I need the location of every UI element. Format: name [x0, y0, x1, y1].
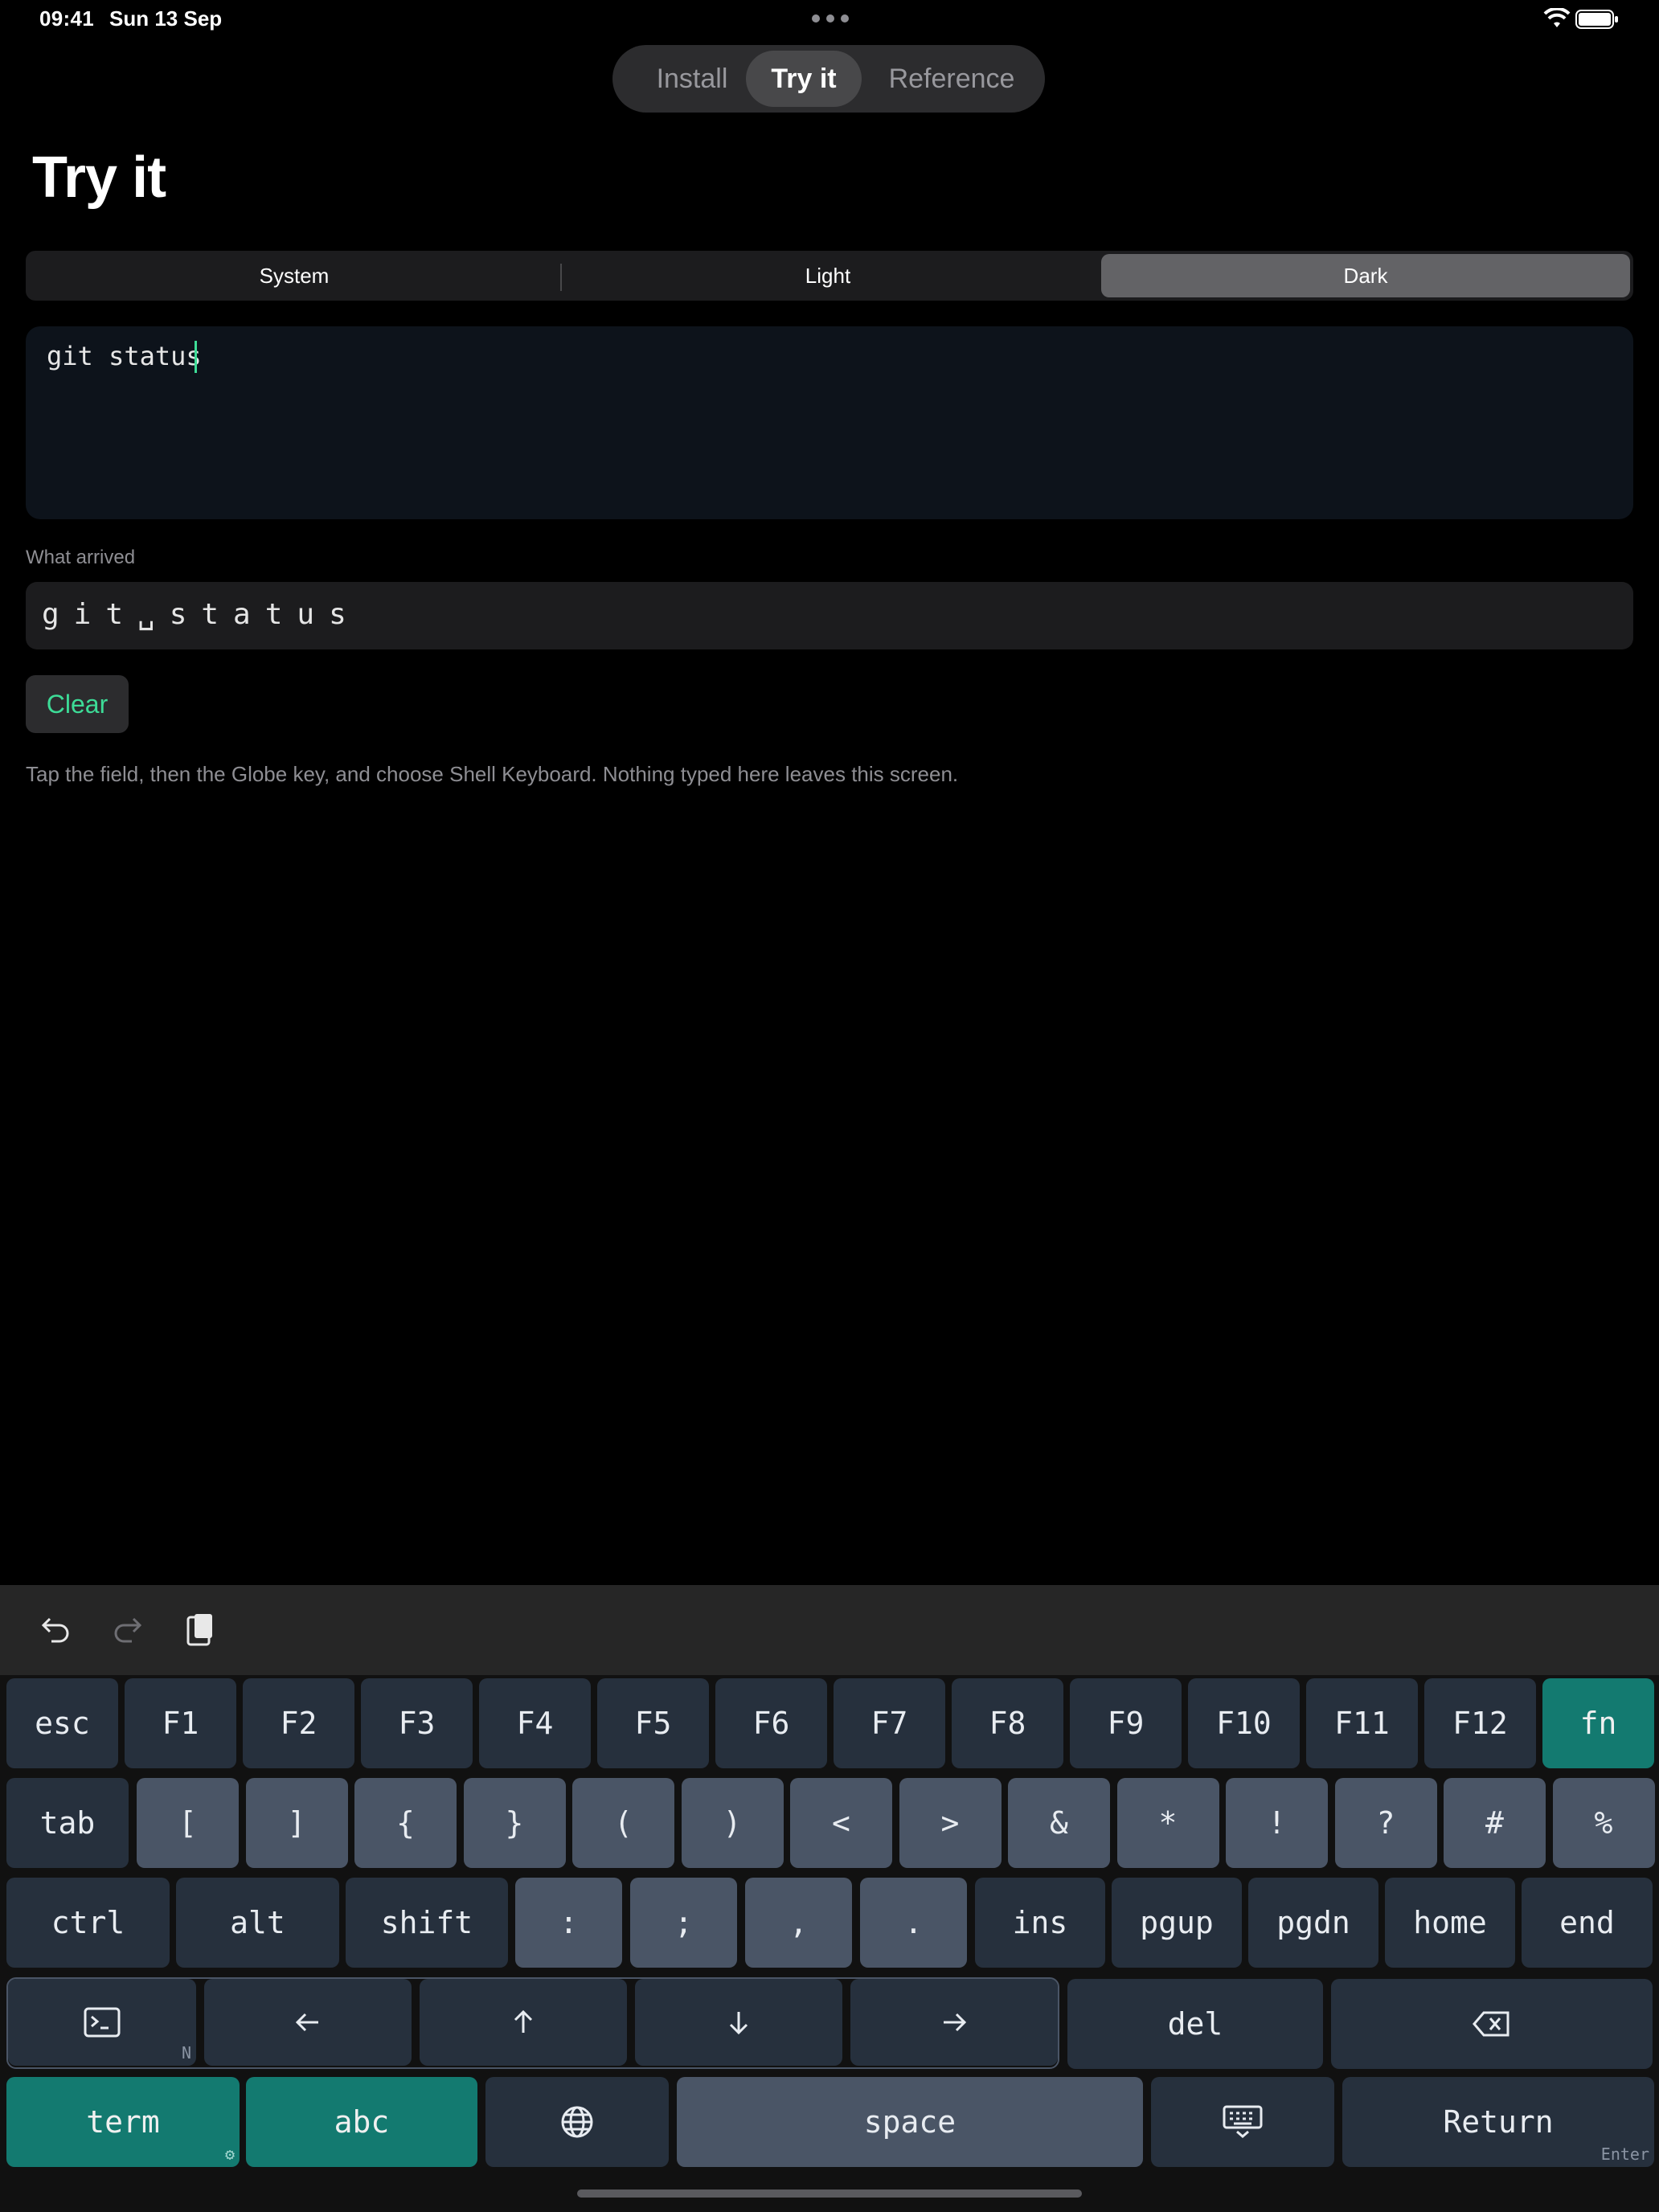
try-input-field[interactable]	[26, 326, 1633, 519]
key-hash[interactable]: #	[1444, 1778, 1546, 1868]
key-rbracket[interactable]: ]	[245, 1778, 348, 1868]
key-comma[interactable]: ,	[745, 1878, 852, 1968]
tab-install[interactable]: Install	[625, 51, 759, 107]
key-f6[interactable]: F6	[715, 1678, 827, 1768]
key-question[interactable]: ?	[1334, 1778, 1437, 1868]
keyboard-dismiss-icon	[1223, 2105, 1263, 2138]
arrived-value: git␣status	[42, 598, 361, 631]
theme-picker: System Light Dark	[26, 251, 1633, 301]
key-lparen[interactable]: (	[572, 1778, 674, 1868]
globe-icon	[561, 2106, 593, 2138]
paste-icon[interactable]	[180, 1611, 220, 1651]
key-f4[interactable]: F4	[479, 1678, 591, 1768]
arrived-label: What arrived	[26, 547, 136, 568]
tab-try-it[interactable]: Try it	[746, 51, 862, 107]
key-rparen[interactable]: )	[681, 1778, 784, 1868]
theme-option-dark[interactable]: Dark	[1101, 254, 1630, 297]
status-time: 09:41	[39, 6, 94, 31]
key-term[interactable]: term ⚙	[6, 2077, 240, 2167]
key-period[interactable]: .	[860, 1878, 967, 1968]
key-f7[interactable]: F7	[834, 1678, 945, 1768]
key-return[interactable]: Return Enter	[1342, 2077, 1654, 2167]
tab-reference[interactable]: Reference	[866, 51, 1037, 107]
key-alt[interactable]: alt	[176, 1878, 339, 1968]
key-f12[interactable]: F12	[1424, 1678, 1536, 1768]
redo-icon[interactable]	[108, 1611, 148, 1651]
gear-icon: ⚙	[224, 2144, 235, 2164]
undo-icon[interactable]	[35, 1611, 76, 1651]
page-title: Try it	[32, 145, 166, 210]
key-f1[interactable]: F1	[125, 1678, 236, 1768]
backspace-icon	[1473, 2011, 1509, 2037]
key-shift[interactable]: shift	[346, 1878, 508, 1968]
hint-text: Tap the field, then the Globe key, and c…	[26, 762, 959, 786]
return-sublabel: Enter	[1600, 2144, 1649, 2164]
key-rbrace[interactable]: }	[463, 1778, 566, 1868]
key-f10[interactable]: F10	[1188, 1678, 1300, 1768]
status-date: Sun 13 Sep	[109, 6, 223, 31]
key-backspace[interactable]	[1331, 1979, 1653, 2069]
key-del[interactable]: del	[1067, 1979, 1323, 2069]
key-f3[interactable]: F3	[361, 1678, 473, 1768]
key-globe[interactable]	[485, 2077, 669, 2167]
key-lt[interactable]: <	[790, 1778, 892, 1868]
input-value: git status	[47, 341, 202, 371]
key-asterisk[interactable]: *	[1116, 1778, 1219, 1868]
key-ins[interactable]: ins	[975, 1878, 1105, 1968]
key-f8[interactable]: F8	[952, 1678, 1063, 1768]
key-lbrace[interactable]: {	[354, 1778, 457, 1868]
home-indicator	[577, 2189, 1082, 2198]
key-f5[interactable]: F5	[597, 1678, 709, 1768]
key-f2[interactable]: F2	[243, 1678, 354, 1768]
key-esc[interactable]: esc	[6, 1678, 118, 1768]
top-tab-bar: Install Try it Reference	[612, 45, 1045, 113]
key-pgup[interactable]: pgup	[1112, 1878, 1242, 1968]
key-end[interactable]: end	[1522, 1878, 1653, 1968]
multitasking-dots-icon[interactable]	[812, 14, 849, 23]
key-pgdn[interactable]: pgdn	[1248, 1878, 1378, 1968]
key-gt[interactable]: >	[899, 1778, 1002, 1868]
key-tab[interactable]: tab	[6, 1778, 129, 1868]
theme-option-system[interactable]: System	[29, 254, 559, 297]
key-space[interactable]: space	[677, 2077, 1143, 2167]
battery-icon	[1575, 10, 1618, 29]
key-ctrl[interactable]: ctrl	[6, 1878, 170, 1968]
key-dismiss-keyboard[interactable]	[1151, 2077, 1334, 2167]
clear-button[interactable]: Clear	[26, 675, 129, 733]
nav-key-cluster	[6, 1977, 1059, 2069]
segment-divider	[560, 264, 562, 291]
key-f11[interactable]: F11	[1306, 1678, 1418, 1768]
key-lbracket[interactable]: [	[137, 1778, 239, 1868]
key-amp[interactable]: &	[1008, 1778, 1110, 1868]
keyboard-toolbar	[0, 1585, 1659, 1675]
key-home[interactable]: home	[1385, 1878, 1515, 1968]
key-colon[interactable]: :	[515, 1878, 622, 1968]
theme-option-light[interactable]: Light	[561, 254, 1095, 297]
key-semicolon[interactable]: ;	[630, 1878, 737, 1968]
text-caret	[195, 341, 197, 373]
key-percent[interactable]: %	[1552, 1778, 1655, 1868]
key-abc[interactable]: abc	[246, 2077, 477, 2167]
key-bang[interactable]: !	[1226, 1778, 1328, 1868]
key-fn[interactable]: fn	[1542, 1678, 1654, 1768]
key-f9[interactable]: F9	[1070, 1678, 1182, 1768]
wifi-icon	[1543, 8, 1571, 27]
